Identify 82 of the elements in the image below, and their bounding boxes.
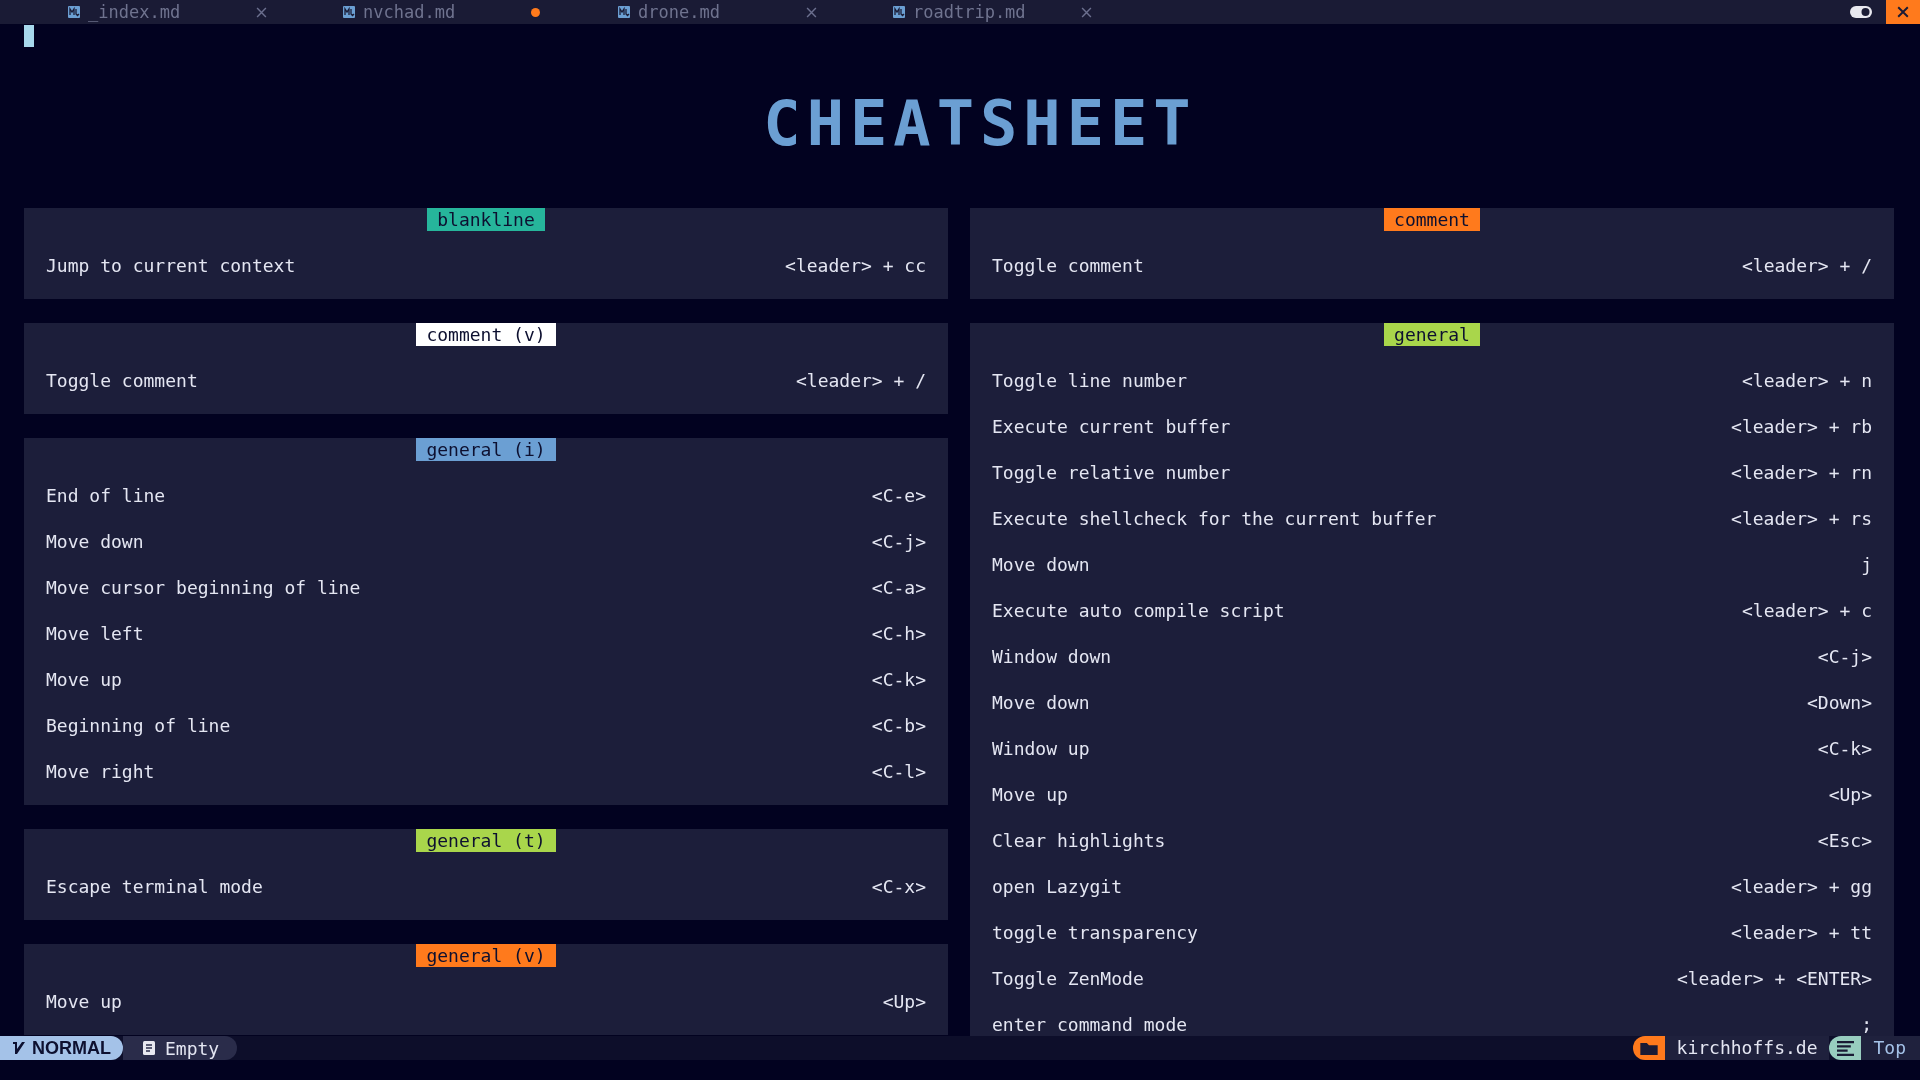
key-binding: <C-h> (871, 622, 926, 644)
close-icon[interactable] (256, 6, 267, 18)
markdown-file-icon (893, 6, 905, 18)
mapping-description: End of line (46, 484, 166, 506)
key-binding: <C-k> (871, 668, 926, 690)
key-binding: <leader> + rs (1731, 507, 1872, 529)
mapping-description: Beginning of line (46, 714, 231, 736)
key-binding: <leader> + gg (1731, 875, 1872, 897)
mapping-description: Move down (992, 691, 1090, 713)
mapping-description: Move cursor beginning of line (46, 576, 361, 598)
mapping-description: Move down (992, 553, 1090, 575)
key-binding: <leader> + rb (1731, 415, 1872, 437)
mapping-description: open Lazygit (992, 875, 1123, 897)
file-name: Empty (165, 1037, 220, 1059)
section-header: comment (1384, 208, 1480, 231)
file-icon (143, 1041, 155, 1055)
mapping-description: enter command mode (992, 1013, 1188, 1035)
key-binding: <leader> + tt (1731, 921, 1872, 943)
key-binding: <C-j> (871, 530, 926, 552)
markdown-file-icon (343, 6, 355, 18)
key-binding: j (1861, 553, 1872, 575)
mapping-description: Move right (46, 760, 155, 782)
editor-tab[interactable]: _index.md (0, 2, 275, 22)
mapping-description: Move down (46, 530, 144, 552)
key-binding: <Up> (1828, 783, 1872, 805)
key-binding: <C-a> (871, 576, 926, 598)
cheatsheet-title: CHEATSHEET (762, 92, 1198, 162)
mapping-description: Move left (46, 622, 144, 644)
mapping-description: Move up (46, 668, 122, 690)
key-binding: <C-b> (871, 714, 926, 736)
mapping-description: Toggle relative number (992, 461, 1231, 483)
mapping-description: Toggle ZenMode (992, 967, 1144, 989)
key-binding: <leader> + n (1741, 369, 1872, 391)
mapping-description: Toggle line number (992, 369, 1188, 391)
close-button[interactable] (1886, 0, 1920, 24)
directory-name: kirchhoffs.de (1664, 1036, 1830, 1060)
markdown-file-icon (68, 6, 80, 18)
mapping-description: Execute current buffer (992, 415, 1231, 437)
key-binding: <C-j> (1817, 645, 1872, 667)
mapping-description: Window up (992, 737, 1090, 759)
key-binding: <C-k> (1817, 737, 1872, 759)
section-header: comment (v) (416, 323, 556, 346)
key-binding: <leader> + rn (1731, 461, 1872, 483)
key-binding: <leader> + c (1741, 599, 1872, 621)
mapping-description: Move up (992, 783, 1068, 805)
section-header: general (v) (416, 944, 556, 967)
key-binding: <leader> + cc (785, 254, 926, 276)
close-icon[interactable] (1081, 6, 1092, 18)
editor-tab[interactable]: drone.md (550, 2, 825, 22)
mapping-description: Jump to current context (46, 254, 296, 276)
editor-tab[interactable]: nvchad.md (275, 2, 550, 22)
mapping-description: Toggle comment (46, 369, 198, 391)
toggle-icon[interactable] (1850, 6, 1872, 18)
section-header: general (t) (416, 829, 556, 852)
section-header: blankline (427, 208, 545, 231)
close-icon[interactable] (806, 6, 817, 18)
mapping-description: toggle transparency (992, 921, 1198, 943)
text-cursor (24, 25, 34, 47)
key-binding: <C-x> (871, 875, 926, 897)
section-header: general (i) (416, 438, 556, 461)
key-binding: <Esc> (1817, 829, 1872, 851)
key-binding: <C-l> (871, 760, 926, 782)
mapping-description: Move up (46, 990, 122, 1012)
key-binding: <leader> + / (1741, 254, 1872, 276)
key-binding: <Up> (882, 990, 926, 1012)
key-binding: <leader> + / (795, 369, 926, 391)
mapping-description: Clear highlights (992, 829, 1166, 851)
mapping-description: Toggle comment (992, 254, 1144, 276)
section-header: general (1384, 323, 1480, 346)
key-binding: <Down> (1806, 691, 1872, 713)
key-binding: <leader> + <ENTER> (1676, 967, 1872, 989)
mapping-description: Window down (992, 645, 1112, 667)
mapping-description: Escape terminal mode (46, 875, 263, 897)
mode-indicator: NORMAL (0, 1036, 123, 1060)
scroll-position: Top (1861, 1036, 1920, 1060)
key-binding: ; (1861, 1013, 1872, 1035)
mapping-description: Execute shellcheck for the current buffer (992, 507, 1437, 529)
editor-tab[interactable]: roadtrip.md (825, 2, 1100, 22)
key-binding: <C-e> (871, 484, 926, 506)
close-icon (1897, 6, 1909, 18)
markdown-file-icon (618, 6, 630, 18)
mapping-description: Execute auto compile script (992, 599, 1285, 621)
